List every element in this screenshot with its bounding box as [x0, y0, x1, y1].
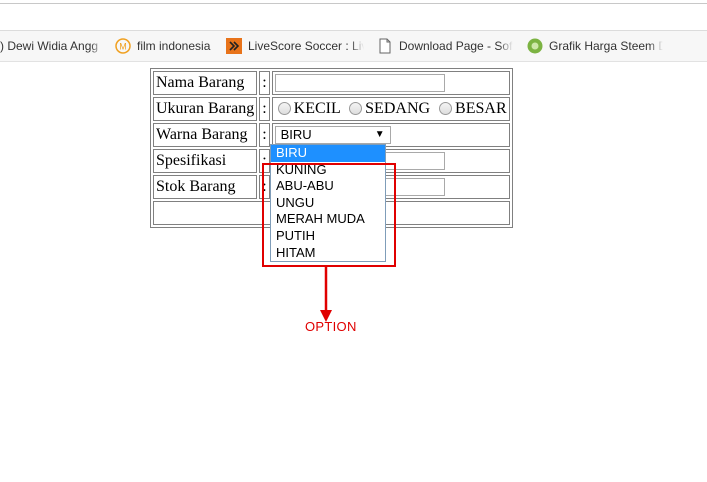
- radio-kecil[interactable]: [277, 101, 291, 115]
- bookmark-label: Grafik Harga Steem D: [549, 39, 663, 53]
- radio-besar[interactable]: [439, 101, 453, 115]
- annotation-highlight-box: [262, 163, 396, 267]
- radio-label-kecil: KECIL: [293, 100, 341, 117]
- annotation-arrow-icon: [320, 266, 332, 322]
- nama-barang-input[interactable]: [274, 74, 445, 92]
- bookmark-film-indonesia[interactable]: M film indonesia: [115, 37, 217, 55]
- svg-text:M: M: [119, 41, 127, 51]
- colon: :: [259, 123, 270, 147]
- warna-select[interactable]: BIRU ▼: [274, 126, 391, 144]
- steem-icon: [527, 38, 543, 54]
- bookmark-label: film indonesia: [137, 39, 211, 53]
- bookmark-livescore[interactable]: LiveScore Soccer : Liv: [226, 37, 364, 55]
- radio-label-sedang: SEDANG: [365, 100, 431, 117]
- label-warna-barang: Warna Barang: [153, 123, 258, 147]
- radio-label-besar: BESAR: [455, 100, 507, 117]
- radio-sedang[interactable]: [349, 101, 363, 115]
- bookmarks-bar: ) Dewi Widia Angg M film indonesia LiveS…: [0, 30, 707, 62]
- label-stok-barang: Stok Barang: [153, 175, 258, 199]
- label-ukuran-barang: Ukuran Barang: [153, 97, 258, 121]
- dropdown-arrow-icon: ▼: [374, 129, 385, 140]
- label-spesifikasi: Spesifikasi: [153, 149, 258, 173]
- colon: :: [259, 71, 270, 95]
- address-bar-edge: [0, 0, 707, 4]
- label-nama-barang: Nama Barang: [153, 71, 258, 95]
- bookmark-dewi-widia[interactable]: ) Dewi Widia Angg: [0, 37, 104, 55]
- row-nama-barang: Nama Barang :: [153, 71, 510, 95]
- livescore-icon: [226, 37, 242, 54]
- bookmark-label: Download Page - Sof: [399, 39, 513, 53]
- page-icon: [377, 38, 393, 54]
- bookmark-label: ) Dewi Widia Angg: [0, 39, 99, 53]
- m-circle-icon: M: [115, 38, 131, 54]
- warna-select-value: BIRU: [280, 127, 312, 142]
- bookmark-label: LiveScore Soccer : Liv: [248, 39, 364, 53]
- bookmark-download-page[interactable]: Download Page - Sof: [377, 37, 513, 55]
- option-biru[interactable]: BIRU: [271, 145, 385, 162]
- bookmark-grafik-steem[interactable]: Grafik Harga Steem D: [527, 37, 663, 55]
- colon: :: [259, 97, 270, 121]
- row-ukuran-barang: Ukuran Barang : KECIL SEDANG BESAR: [153, 97, 510, 121]
